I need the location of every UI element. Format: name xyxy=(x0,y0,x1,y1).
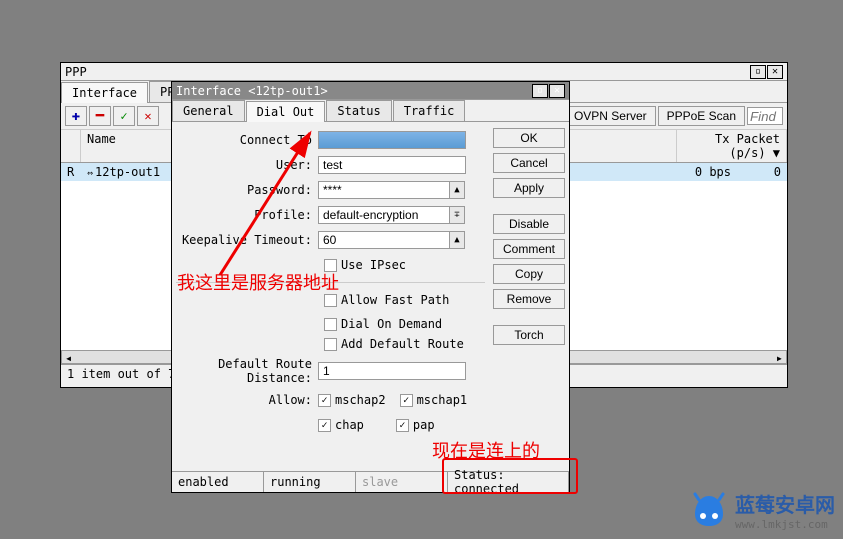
connect-to-label: Connect To xyxy=(176,133,318,147)
comment-button[interactable]: Comment xyxy=(493,239,565,259)
dialog-statusbar: enabled running slave Status: connected xyxy=(172,471,569,492)
ppp-minimize-icon[interactable]: ▫ xyxy=(750,65,766,79)
dialog-tabs: General Dial Out Status Traffic xyxy=(172,100,569,122)
profile-label: Profile: xyxy=(176,208,318,222)
th-txpacket[interactable]: Tx Packet (p/s) ▼ xyxy=(677,130,787,162)
profile-dropdown-icon[interactable]: ∓ xyxy=(449,206,465,224)
cell-flag: R xyxy=(61,164,81,180)
dial-on-demand-label: Dial On Demand xyxy=(341,317,442,331)
ovpn-server-button[interactable]: OVPN Server xyxy=(565,106,656,126)
user-input[interactable] xyxy=(318,156,466,174)
remove-button[interactable]: ━ xyxy=(89,106,111,126)
connect-to-input[interactable] xyxy=(318,131,466,149)
copy-button[interactable]: Copy xyxy=(493,264,565,284)
add-default-route-label: Add Default Route xyxy=(341,337,464,351)
enable-button[interactable]: ✓ xyxy=(113,106,135,126)
add-default-route-checkbox[interactable] xyxy=(324,338,337,351)
divider xyxy=(176,282,485,283)
keepalive-arrow-icon[interactable]: ▲ xyxy=(449,231,465,249)
password-reveal-icon[interactable]: ▲ xyxy=(449,181,465,199)
dialog-close-icon[interactable]: ✕ xyxy=(549,84,565,98)
status-enabled: enabled xyxy=(172,472,264,492)
keepalive-label: Keepalive Timeout: xyxy=(176,233,318,247)
mschap1-label: mschap1 xyxy=(417,393,468,407)
find-input[interactable] xyxy=(747,107,783,125)
profile-input[interactable] xyxy=(318,206,450,224)
cell-txpacket: 0 xyxy=(737,164,787,180)
mschap2-label: mschap2 xyxy=(335,393,386,407)
password-input[interactable] xyxy=(318,181,450,199)
pap-label: pap xyxy=(413,418,435,432)
dialog-button-column: OK Cancel Apply Disable Comment Copy Rem… xyxy=(493,126,565,444)
allow-fastpath-checkbox[interactable] xyxy=(324,294,337,307)
apply-button[interactable]: Apply xyxy=(493,178,565,198)
remove-button2[interactable]: Remove xyxy=(493,289,565,309)
tab-traffic[interactable]: Traffic xyxy=(393,100,466,121)
dialog-form: Connect To User: Password: ▲ Profile: ∓ … xyxy=(176,126,485,444)
keepalive-input[interactable] xyxy=(318,231,450,249)
watermark-icon xyxy=(689,492,729,528)
dialog-titlebar: Interface <12tp-out1> ▫ ✕ xyxy=(172,82,569,100)
default-route-distance-input[interactable] xyxy=(318,362,466,380)
dialog-title: Interface <12tp-out1> xyxy=(176,84,531,98)
status-connected: Status: connected xyxy=(448,472,569,492)
default-route-distance-label: Default Route Distance: xyxy=(176,357,318,385)
tab-dialout[interactable]: Dial Out xyxy=(246,101,326,122)
disable-button[interactable]: ✕ xyxy=(137,106,159,126)
add-button[interactable]: ✚ xyxy=(65,106,87,126)
watermark-name: 蓝莓安卓网 xyxy=(735,489,835,518)
tab-general[interactable]: General xyxy=(172,100,245,121)
chap-label: chap xyxy=(335,418,364,432)
cell-txbps: 0 bps xyxy=(677,164,737,180)
dialog-minimize-icon[interactable]: ▫ xyxy=(532,84,548,98)
disable-button2[interactable]: Disable xyxy=(493,214,565,234)
ppp-title: PPP xyxy=(65,65,749,79)
tab-status[interactable]: Status xyxy=(326,100,391,121)
status-running: running xyxy=(264,472,356,492)
ppp-titlebar: PPP ▫ ✕ xyxy=(61,63,787,81)
allow-label: Allow: xyxy=(176,393,318,407)
use-ipsec-checkbox[interactable] xyxy=(324,259,337,272)
user-label: User: xyxy=(176,158,318,172)
tab-interface[interactable]: Interface xyxy=(61,82,148,103)
dial-on-demand-checkbox[interactable] xyxy=(324,318,337,331)
chap-checkbox[interactable] xyxy=(318,419,331,432)
th-flag[interactable] xyxy=(61,130,81,162)
cancel-button[interactable]: Cancel xyxy=(493,153,565,173)
torch-button[interactable]: Torch xyxy=(493,325,565,345)
watermark-url: www.lmkjst.com xyxy=(735,518,835,531)
ok-button[interactable]: OK xyxy=(493,128,565,148)
pppoe-scan-button[interactable]: PPPoE Scan xyxy=(658,106,745,126)
use-ipsec-label: Use IPsec xyxy=(341,258,406,272)
status-slave: slave xyxy=(356,472,448,492)
mschap2-checkbox[interactable] xyxy=(318,394,331,407)
watermark: 蓝莓安卓网 www.lmkjst.com xyxy=(689,489,835,531)
ppp-close-icon[interactable]: ✕ xyxy=(767,65,783,79)
link-icon: ⇔ xyxy=(87,168,93,179)
mschap1-checkbox[interactable] xyxy=(400,394,413,407)
interface-dialog: Interface <12tp-out1> ▫ ✕ General Dial O… xyxy=(171,81,570,493)
allow-fastpath-label: Allow Fast Path xyxy=(341,293,449,307)
password-label: Password: xyxy=(176,183,318,197)
pap-checkbox[interactable] xyxy=(396,419,409,432)
